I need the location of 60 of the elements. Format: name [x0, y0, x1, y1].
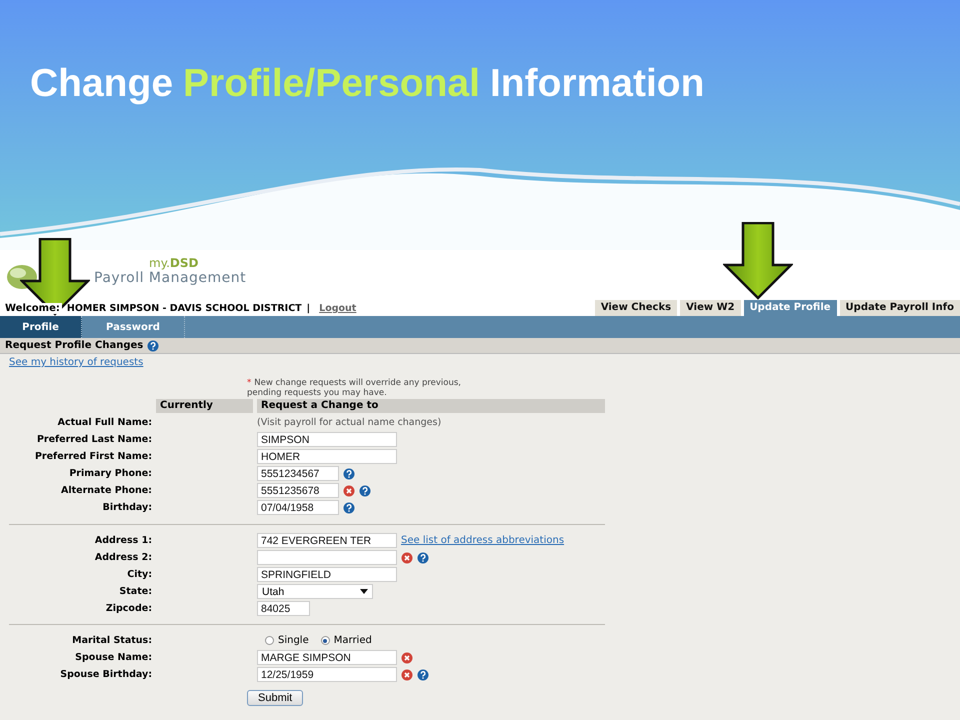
column-header: Currently [156, 399, 253, 413]
input-field[interactable]: 12/25/1959 [257, 667, 397, 682]
section-title: Request Profile Changes [5, 340, 144, 351]
logo-text: my.DSD [148, 256, 200, 270]
arrow-icon [723, 222, 793, 300]
user-name: HOMER SIMPSON - DAVIS SCHOOL DISTRICT [66, 303, 302, 314]
notice-text: * New change requests will override any previous, pending requests you may have. [247, 378, 462, 398]
field-label: Zipcode: [104, 603, 152, 614]
input-field[interactable] [257, 550, 397, 565]
radio-option[interactable]: Married [320, 635, 372, 646]
help-icon[interactable] [343, 502, 355, 514]
field-label: Spouse Birthday: [59, 669, 152, 680]
field-label: Alternate Phone: [60, 485, 152, 496]
field-label: Preferred First Name: [34, 451, 152, 462]
logout-link[interactable]: Logout [319, 303, 356, 314]
caret-icon [360, 589, 368, 594]
help-icon[interactable] [343, 468, 355, 480]
column-header: Request a Change to [257, 399, 605, 413]
abbreviations-link[interactable]: See list of address abbreviations [401, 535, 564, 546]
radio-option[interactable]: Single [265, 635, 309, 646]
nav-tab[interactable]: Update Profile [744, 300, 837, 316]
field-label: Address 2: [94, 552, 152, 563]
separator: | [306, 303, 310, 314]
input-field[interactable]: SIMPSON [257, 432, 397, 447]
history-link[interactable]: See my history of requests [9, 357, 144, 368]
submit-button[interactable]: Submit [247, 690, 304, 706]
nav-tab[interactable]: View Checks [594, 300, 678, 316]
app-name: Payroll Management [94, 270, 246, 286]
input-field[interactable]: SPRINGFIELD [257, 567, 397, 582]
clear-icon[interactable] [401, 668, 413, 680]
welcome-label: Welcome: [5, 303, 62, 314]
input-field[interactable]: 5551235678 [257, 483, 339, 498]
clear-icon[interactable] [401, 552, 413, 564]
input-field[interactable]: 742 EVERGREEN TER [257, 533, 397, 548]
nav-tab[interactable]: Update Payroll Info [840, 300, 960, 316]
help-icon[interactable] [417, 552, 429, 564]
clear-icon[interactable] [401, 652, 413, 664]
field-label: Birthday: [102, 502, 152, 513]
input-field[interactable]: 84025 [257, 601, 310, 616]
help-icon[interactable] [147, 340, 160, 352]
clear-icon[interactable] [343, 484, 355, 496]
sub-tab[interactable]: Profile [0, 316, 82, 338]
help-icon[interactable] [359, 484, 371, 496]
field-label: Actual Full Name: [56, 417, 152, 428]
state-dropdown[interactable]: Utah [257, 584, 373, 599]
name-change-note: (Visit payroll for actual name changes) [257, 417, 442, 428]
field-label: Preferred Last Name: [36, 434, 152, 445]
field-label: Address 1: [94, 535, 152, 546]
input-field[interactable]: 5551234567 [257, 466, 339, 481]
nav-tab[interactable]: View W2 [680, 300, 741, 316]
field-label: Primary Phone: [68, 468, 152, 479]
help-icon[interactable] [417, 668, 429, 680]
input-field[interactable]: HOMER [257, 449, 397, 464]
field-label: State: [118, 586, 152, 597]
field-label: City: [126, 569, 152, 580]
input-field[interactable]: 07/04/1958 [257, 500, 339, 515]
slide-title: Change Profile/Personal Information [29, 61, 706, 106]
field-label: Marital Status: [71, 635, 152, 646]
field-label: Spouse Name: [74, 652, 152, 663]
input-field[interactable]: MARGE SIMPSON [257, 650, 397, 665]
